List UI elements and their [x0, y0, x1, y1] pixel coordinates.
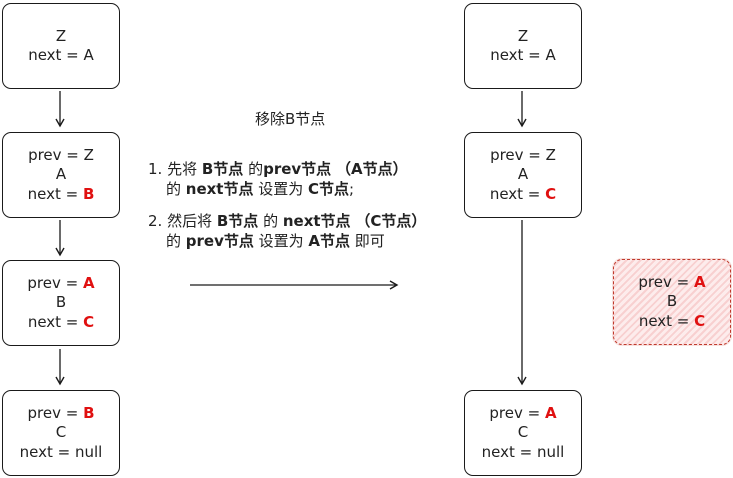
left-node-c: prev = B C next = null [2, 390, 120, 476]
node-c-name: C [517, 423, 529, 442]
node-c-prev: prev = A [489, 403, 557, 422]
right-node-z: Z next = A [464, 3, 582, 89]
right-node-a: prev = Z A next = C [464, 132, 582, 218]
node-c-name: C [55, 423, 67, 442]
node-a-next: next = C [489, 184, 557, 203]
node-c-next: next = null [19, 442, 103, 461]
removed-node-b: prev = A B next = C [613, 259, 731, 345]
node-a-name: A [517, 165, 529, 184]
left-node-a: prev = Z A next = B [2, 132, 120, 218]
node-a-prev: prev = Z [490, 145, 556, 164]
diagram-caption: 移除B节点 [255, 110, 326, 128]
node-a-name: A [55, 165, 67, 184]
node-z-next: next = A [490, 46, 556, 64]
node-z-next: next = A [28, 46, 94, 64]
removed-node-prev: prev = A [638, 272, 706, 291]
node-b-next: next = C [27, 312, 95, 331]
node-a-next: next = B [27, 184, 95, 203]
node-c-prev: prev = B [27, 403, 95, 422]
node-b-prev: prev = A [27, 273, 95, 292]
removed-node-next: next = C [638, 311, 706, 330]
left-node-z: Z next = A [2, 3, 120, 89]
node-z-name: Z [55, 26, 67, 45]
left-node-b: prev = A B next = C [2, 260, 120, 346]
step-1: 1. 先将 B节点 的prev节点 （A节点） 的 next节点 设置为 C节点… [148, 160, 408, 198]
step-2: 2. 然后将 B节点 的 next节点 （C节点） 的 prev节点 设置为 A… [148, 212, 427, 250]
right-node-c: prev = A C next = null [464, 390, 582, 476]
removed-node-name: B [666, 292, 678, 311]
node-b-name: B [55, 293, 67, 312]
node-c-next: next = null [481, 442, 565, 461]
node-z-name: Z [517, 26, 529, 45]
node-a-prev: prev = Z [28, 145, 94, 164]
steps-text: 1. 先将 B节点 的prev节点 （A节点） 的 next节点 设置为 C节点… [148, 160, 426, 264]
